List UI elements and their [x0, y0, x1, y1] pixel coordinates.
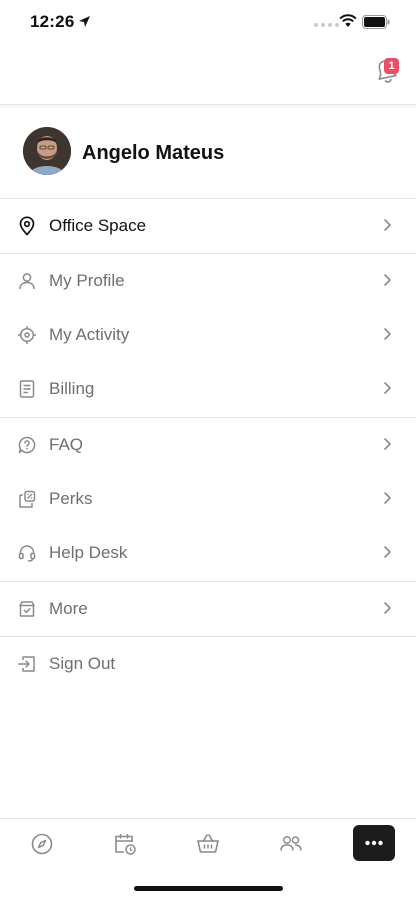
menu-item-label: Sign Out — [49, 654, 116, 673]
sign-out-icon — [18, 656, 35, 672]
menu-item-my-profile[interactable]: My Profile — [0, 254, 416, 308]
home-indicator — [134, 886, 283, 891]
compass-icon[interactable] — [29, 831, 55, 857]
box-check-icon — [19, 601, 35, 617]
menu-item-label: Perks — [49, 489, 93, 508]
calendar-clock-icon[interactable] — [112, 831, 138, 857]
location-pin-icon — [19, 216, 35, 236]
menu-item-perks[interactable]: Perks — [0, 472, 416, 526]
menu-item-label: Help Desk — [49, 543, 128, 562]
user-icon — [19, 273, 35, 290]
menu-item-label: Office Space — [49, 216, 147, 235]
menu-item-more[interactable]: More — [0, 582, 416, 636]
chevron-right-icon — [384, 602, 391, 614]
chevron-right-icon — [384, 219, 391, 231]
chevron-right-icon — [384, 492, 391, 504]
menu-item-sign-out[interactable]: Sign Out — [0, 637, 416, 691]
menu-item-label: My Activity — [49, 325, 130, 344]
chevron-right-icon — [384, 438, 391, 450]
cellular-signal-icon — [314, 23, 339, 27]
location-arrow-icon — [79, 16, 90, 27]
avatar — [23, 127, 71, 175]
menu-item-label: More — [49, 599, 88, 618]
menu-item-help-desk[interactable]: Help Desk — [0, 526, 416, 580]
more-tab-button[interactable] — [353, 825, 395, 861]
crosshair-icon — [18, 326, 36, 344]
status-time: 12:26 — [30, 12, 75, 31]
chevron-right-icon — [384, 274, 391, 286]
profile-row[interactable]: Angelo Mateus — [0, 104, 416, 199]
menu-item-office-space[interactable]: Office Space — [0, 199, 416, 253]
menu-item-label: My Profile — [49, 271, 125, 290]
headset-icon — [18, 545, 36, 562]
document-icon — [19, 380, 35, 398]
notification-badge: 1 — [384, 58, 399, 74]
top-header — [0, 48, 416, 105]
more-dots-icon — [365, 840, 383, 846]
user-name: Angelo Mateus — [82, 142, 225, 164]
menu-item-label: Billing — [49, 379, 95, 398]
wifi-icon — [339, 14, 357, 27]
question-bubble-icon — [18, 436, 36, 454]
status-bar: 12:26 — [0, 0, 416, 48]
chevron-right-icon — [384, 382, 391, 394]
menu-item-billing[interactable]: Billing — [0, 362, 416, 416]
battery-icon — [362, 15, 390, 29]
basket-icon[interactable] — [195, 831, 221, 857]
avatar-portrait-icon — [23, 127, 71, 175]
chevron-right-icon — [384, 546, 391, 558]
people-icon[interactable] — [278, 831, 304, 857]
menu-item-my-activity[interactable]: My Activity — [0, 308, 416, 362]
menu-item-faq[interactable]: FAQ — [0, 418, 416, 472]
menu-item-label: FAQ — [49, 435, 84, 454]
chevron-right-icon — [384, 328, 391, 340]
coupon-icon — [19, 490, 36, 508]
